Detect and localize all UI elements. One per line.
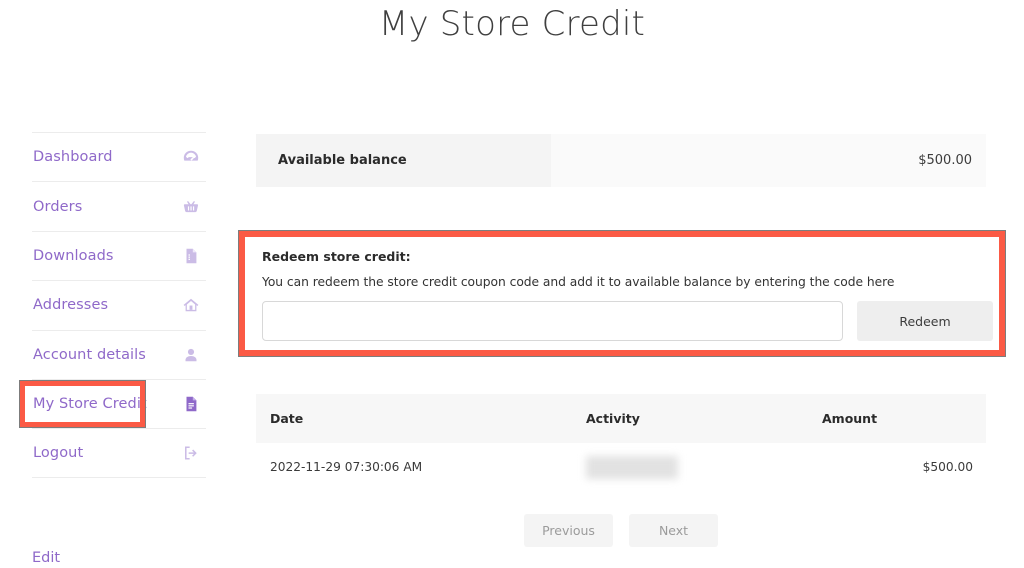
sidebar-item-label: Logout bbox=[33, 445, 84, 462]
column-header-date: Date bbox=[270, 411, 304, 426]
previous-button[interactable]: Previous bbox=[524, 514, 613, 547]
page-title: My Store Credit bbox=[378, 4, 646, 44]
available-balance-label: Available balance bbox=[278, 153, 407, 168]
store-credit-page: My Store Credit Dashboard Orders Downloa… bbox=[0, 0, 1024, 568]
cell-date: 2022-11-29 07:30:06 AM bbox=[270, 460, 423, 474]
pagination: Previous Next bbox=[256, 514, 986, 547]
sidebar-item-label: My Store Credit bbox=[33, 396, 147, 413]
redeem-button[interactable]: Redeem bbox=[857, 301, 993, 341]
available-balance-label-cell: Available balance bbox=[256, 134, 551, 187]
column-header-activity: Activity bbox=[586, 411, 640, 426]
sidebar-item-label: Orders bbox=[33, 198, 83, 215]
next-button[interactable]: Next bbox=[629, 514, 718, 547]
redeem-title: Redeem store credit: bbox=[262, 249, 411, 264]
sidebar-item-label: Dashboard bbox=[33, 149, 113, 166]
cell-amount: $500.00 bbox=[922, 460, 973, 474]
column-header-amount: Amount bbox=[822, 411, 878, 426]
user-icon bbox=[182, 346, 200, 364]
redeem-store-credit-panel: Redeem store credit: You can redeem the … bbox=[239, 231, 1005, 356]
home-icon bbox=[182, 296, 200, 314]
table-row: 2022-11-29 07:30:06 AM $500.00 bbox=[256, 443, 986, 491]
basket-icon bbox=[182, 198, 200, 216]
redeem-form: Redeem bbox=[262, 301, 999, 341]
redeem-code-input[interactable] bbox=[262, 301, 843, 341]
credit-history-table: Date Activity Amount 2022-11-29 07:30:06… bbox=[256, 394, 986, 491]
account-sidebar: Dashboard Orders Downloads Addresses Acc bbox=[32, 132, 206, 478]
available-balance-value-cell: $500.00 bbox=[551, 134, 986, 187]
download-file-icon bbox=[182, 247, 200, 265]
sidebar-item-my-store-credit[interactable]: My Store Credit bbox=[32, 378, 206, 428]
sidebar-item-label: Downloads bbox=[33, 247, 114, 264]
cell-activity bbox=[586, 455, 822, 479]
redeem-panel-inner: Redeem store credit: You can redeem the … bbox=[245, 237, 999, 350]
sidebar-item-dashboard[interactable]: Dashboard bbox=[32, 132, 206, 181]
sidebar-item-orders[interactable]: Orders bbox=[32, 181, 206, 230]
sidebar-item-downloads[interactable]: Downloads bbox=[32, 230, 206, 280]
redacted-activity-block bbox=[586, 455, 678, 479]
sidebar-item-label: Addresses bbox=[33, 297, 109, 314]
edit-link[interactable]: Edit bbox=[32, 550, 60, 566]
redeem-description: You can redeem the store credit coupon c… bbox=[262, 275, 895, 289]
sidebar-item-logout[interactable]: Logout bbox=[32, 428, 206, 478]
document-icon bbox=[182, 395, 200, 413]
available-balance-amount: $500.00 bbox=[918, 153, 972, 168]
logout-icon bbox=[182, 444, 200, 462]
sidebar-item-addresses[interactable]: Addresses bbox=[32, 280, 206, 329]
available-balance-row: Available balance $500.00 bbox=[256, 134, 986, 187]
sidebar-item-account-details[interactable]: Account details bbox=[32, 329, 206, 379]
sidebar-item-label: Account details bbox=[33, 346, 146, 363]
dashboard-icon bbox=[182, 148, 200, 166]
table-header-row: Date Activity Amount bbox=[256, 394, 986, 443]
